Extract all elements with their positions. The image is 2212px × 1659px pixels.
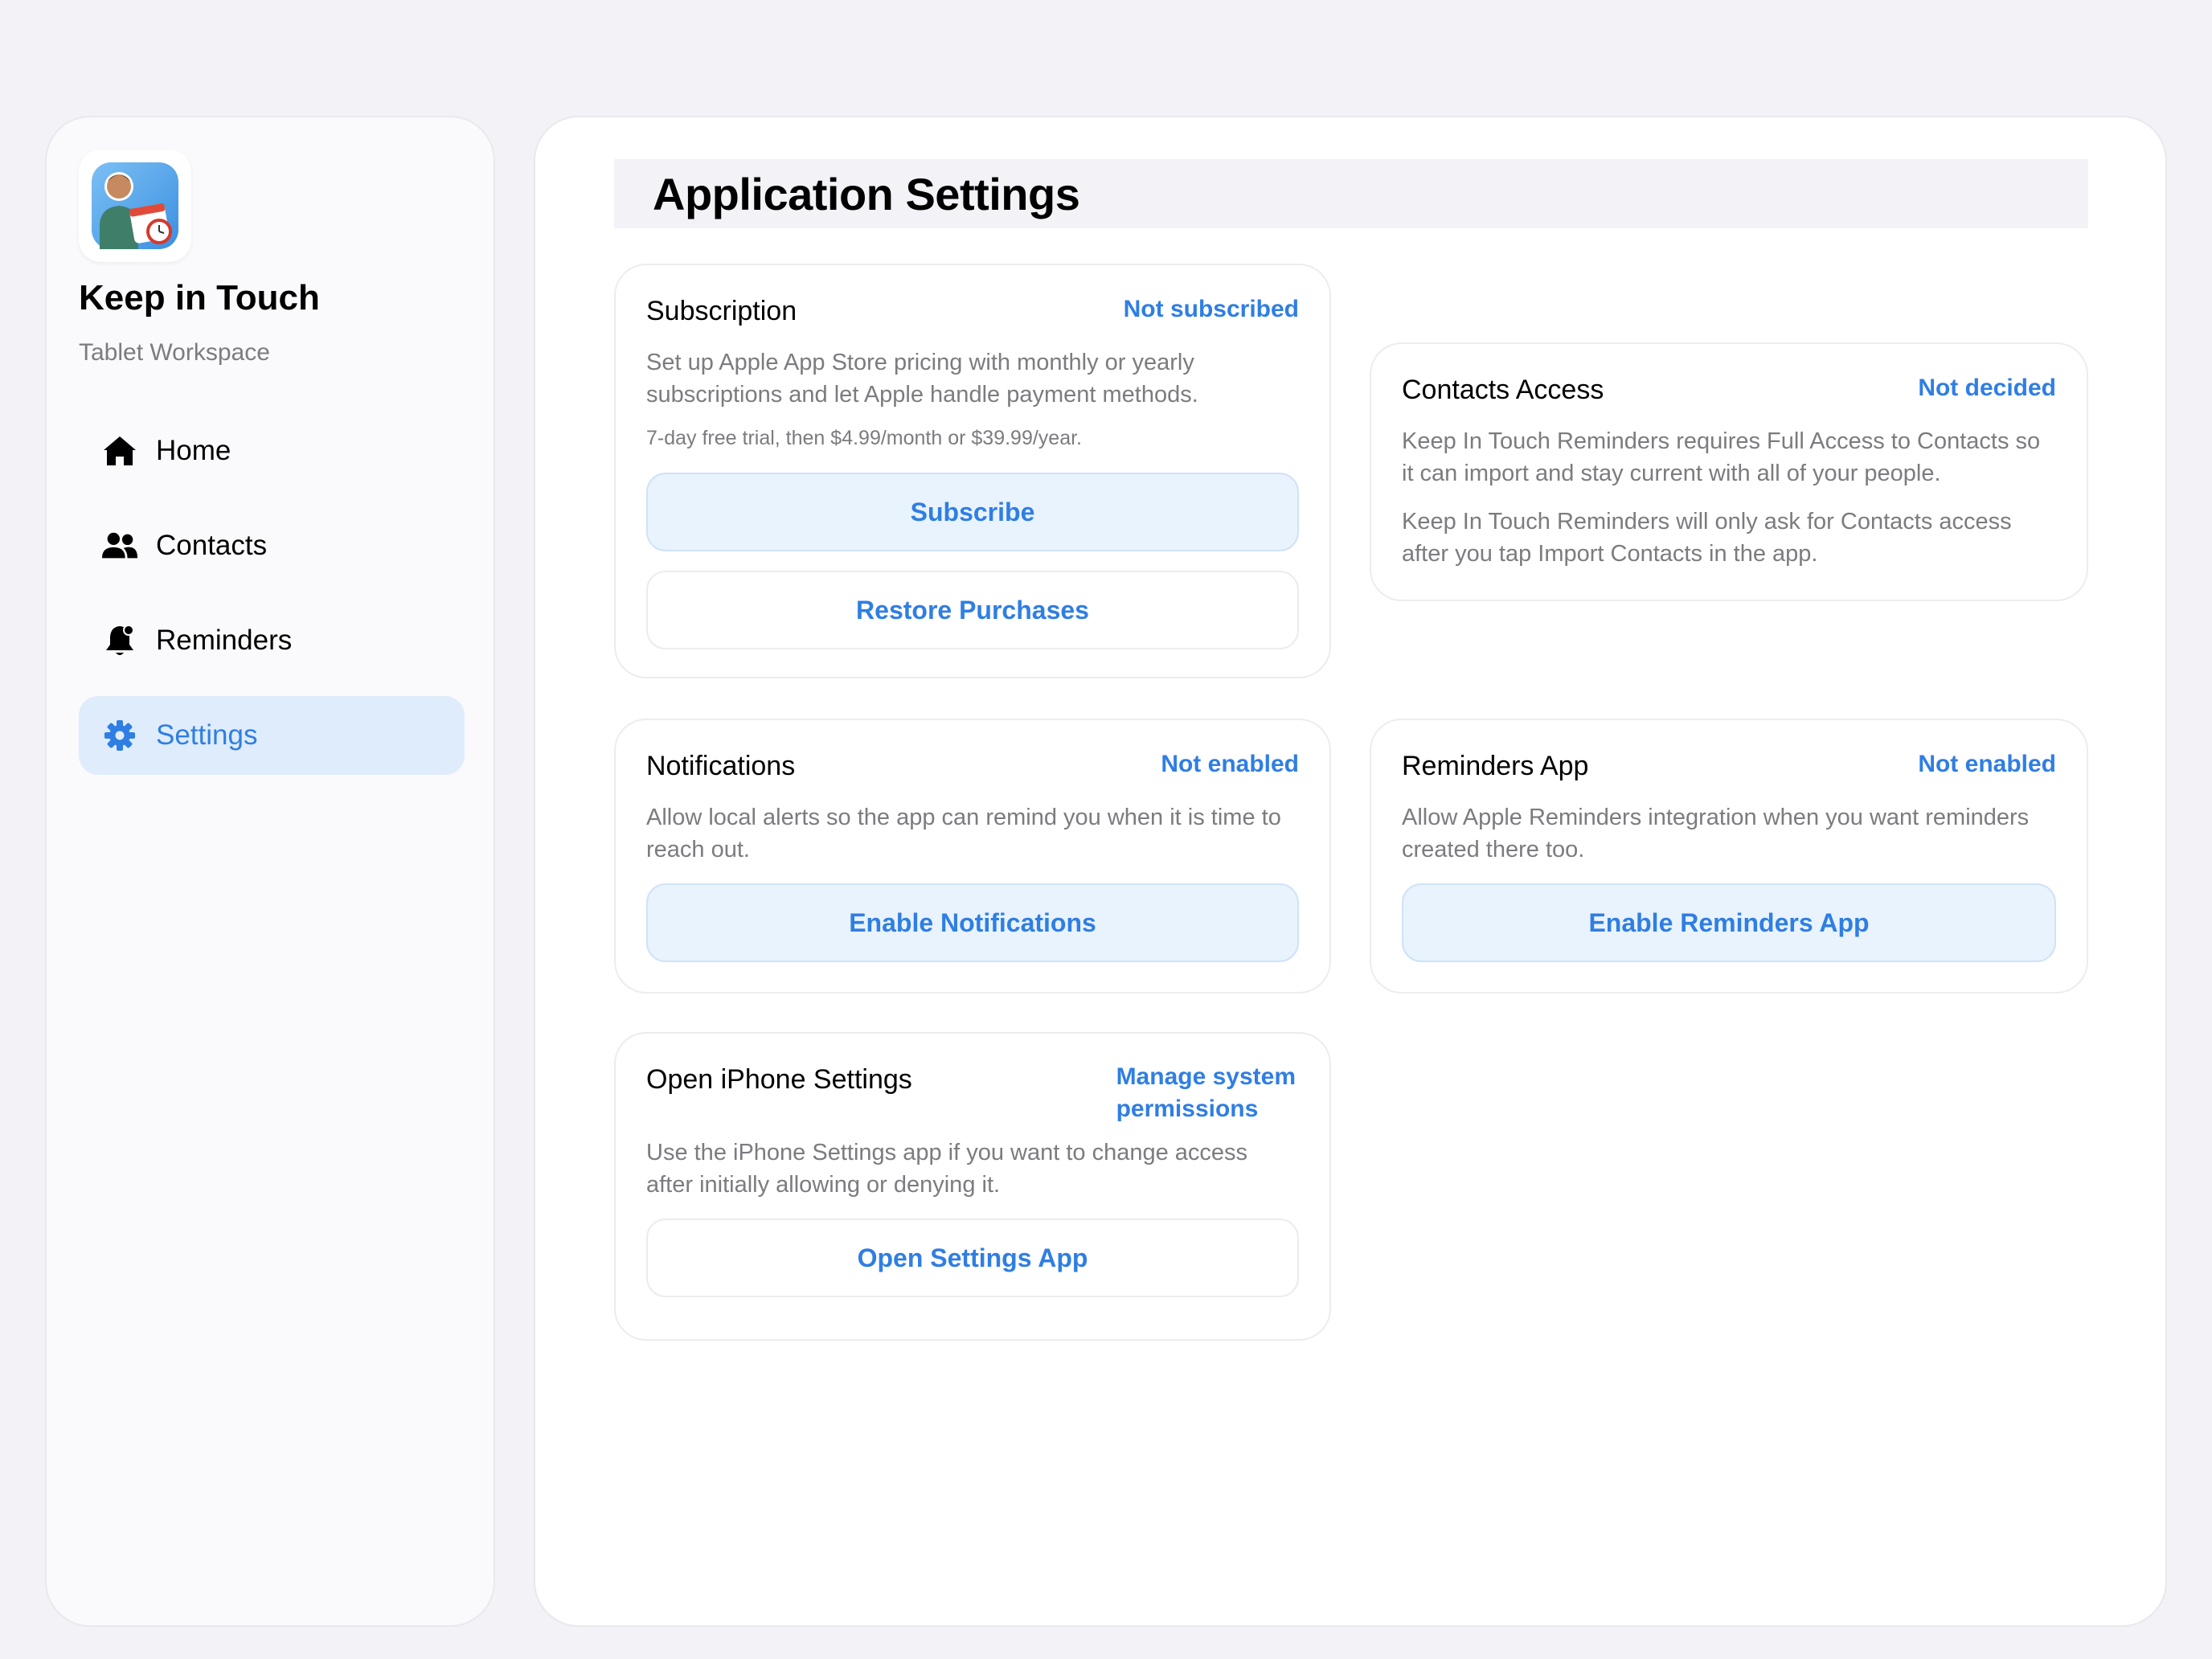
house-icon (101, 432, 138, 469)
pricing-note: 7-day free trial, then $4.99/month or $3… (646, 427, 1083, 449)
card-description: Use the iPhone Settings app if you want … (646, 1140, 1248, 1198)
status-badge: Not decided (1918, 375, 2056, 401)
enable-reminders-app-button[interactable]: Enable Reminders App (1402, 883, 2056, 962)
reminders-app-card: Reminders App Not enabled Allow Apple Re… (1370, 719, 2088, 993)
sidebar-item-reminders[interactable]: Reminders (79, 601, 465, 680)
notifications-card: Notifications Not enabled Allow local al… (614, 719, 1331, 993)
status-badge: Not enabled (1161, 751, 1299, 777)
subscribe-button[interactable]: Subscribe (646, 473, 1299, 551)
title-bar: Application Settings (614, 159, 2088, 228)
page-title: Application Settings (653, 168, 1080, 219)
app-icon (79, 150, 191, 262)
status-badge: Not enabled (1918, 751, 2056, 777)
card-title: Notifications (646, 751, 796, 781)
sidebar-item-home[interactable]: Home (79, 412, 465, 490)
subscription-card: Subscription Not subscribed Set up Apple… (614, 264, 1331, 678)
sidebar-item-label: Home (156, 435, 231, 466)
status-badge: Not subscribed (1123, 296, 1299, 322)
sidebar-item-contacts[interactable]: Contacts (79, 506, 465, 585)
iphone-settings-card: Open iPhone Settings Manage system permi… (614, 1032, 1331, 1341)
card-title: Subscription (646, 296, 797, 326)
enable-notifications-button[interactable]: Enable Notifications (646, 883, 1299, 962)
status-line: Manage system (1116, 1063, 1296, 1090)
contacts-access-card: Contacts Access Not decided Keep In Touc… (1370, 342, 2088, 601)
card-description: Allow Apple Reminders integration when y… (1402, 805, 2030, 862)
gear-icon (101, 717, 138, 754)
card-description: Set up Apple App Store pricing with mont… (646, 350, 1198, 408)
card-description-secondary: Keep In Touch Reminders will only ask fo… (1402, 509, 2012, 567)
card-title: Reminders App (1402, 751, 1589, 781)
sidebar-item-label: Contacts (156, 530, 268, 561)
card-description: Allow local alerts so the app can remind… (646, 805, 1281, 862)
card-title: Open iPhone Settings (646, 1064, 912, 1095)
bell-icon (101, 622, 138, 659)
sidebar-nav: Home Contacts Reminders Settings (79, 412, 465, 791)
card-title: Contacts Access (1402, 375, 1604, 405)
sidebar: Keep in Touch Tablet Workspace Home Cont… (45, 116, 495, 1627)
sidebar-item-label: Settings (156, 719, 258, 751)
sidebar-item-settings[interactable]: Settings (79, 696, 465, 775)
app-name: Keep in Touch (79, 278, 320, 317)
open-settings-app-button[interactable]: Open Settings App (646, 1219, 1299, 1297)
status-line: permissions (1116, 1096, 1259, 1122)
sidebar-item-label: Reminders (156, 625, 293, 656)
people-icon (101, 527, 138, 564)
main-panel: Application Settings Subscription Not su… (534, 116, 2167, 1627)
status-badge: Manage system permissions (1116, 1061, 1296, 1125)
app-subtitle: Tablet Workspace (79, 339, 270, 366)
restore-purchases-button[interactable]: Restore Purchases (646, 571, 1299, 649)
card-description: Keep In Touch Reminders requires Full Ac… (1402, 428, 2041, 486)
